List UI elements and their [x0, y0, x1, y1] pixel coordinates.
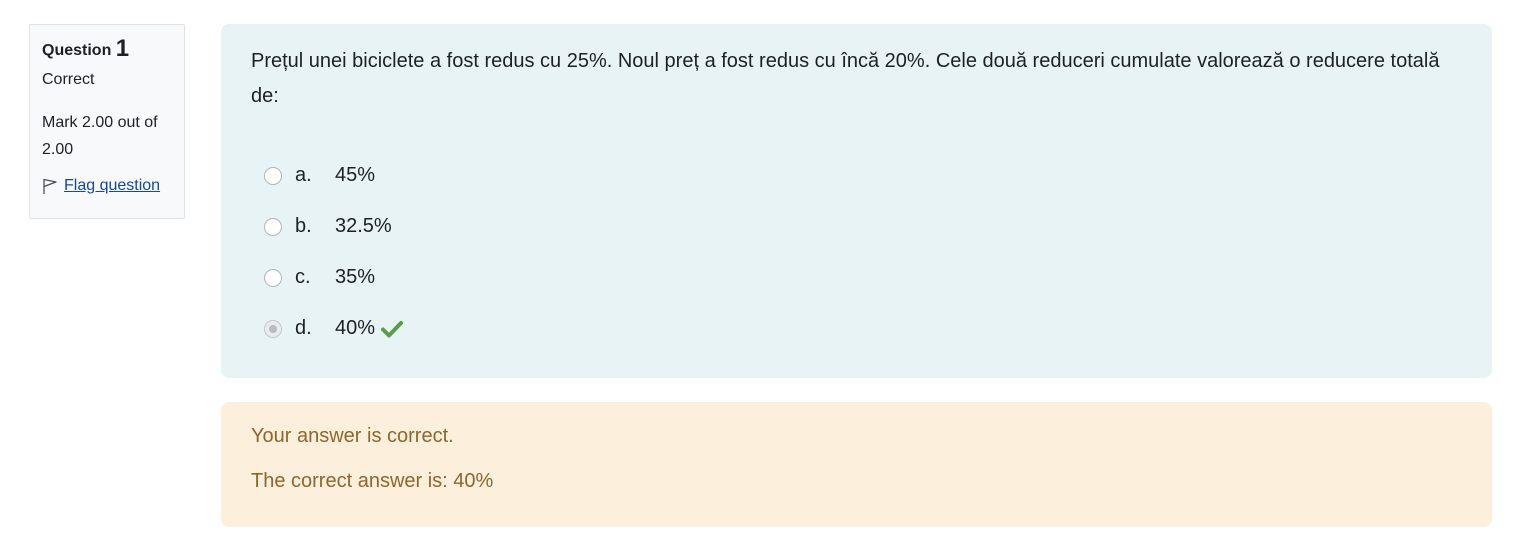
option-letter: b.: [295, 215, 312, 237]
answer-option-a[interactable]: a. 45%: [251, 150, 1462, 201]
question-info-panel: Question 1 Correct Mark 2.00 out of 2.00…: [29, 24, 185, 219]
option-text: 45%: [335, 164, 376, 186]
flag-icon[interactable]: [42, 177, 58, 195]
question-formulation: Prețul unei biciclete a fost redus cu 25…: [221, 24, 1492, 378]
feedback-result: Your answer is correct.: [251, 425, 454, 447]
answer-option-b[interactable]: b. 32.5%: [251, 201, 1462, 252]
flag-question-link[interactable]: Flag question: [64, 176, 160, 196]
flag-question-container: Flag question: [42, 176, 172, 196]
question-grade: Mark 2.00 out of 2.00: [42, 114, 158, 158]
answer-option-d[interactable]: d. 40%: [251, 303, 1462, 354]
option-text: 40%: [335, 317, 376, 339]
option-text: 35%: [335, 266, 376, 288]
option-letter: a.: [295, 164, 312, 186]
question-text: Prețul unei biciclete a fost redus cu 25…: [251, 50, 1440, 107]
radio-button-a[interactable]: [264, 166, 282, 185]
feedback-panel: Your answer is correct. The correct answ…: [221, 402, 1492, 527]
quiz-review-page: Question 1 Correct Mark 2.00 out of 2.00…: [0, 0, 1528, 547]
question-state: Correct: [42, 71, 95, 88]
option-text: 32.5%: [335, 215, 392, 237]
answer-options: a. 45% b. 32.5% c. 35% d. 40%: [251, 150, 1462, 354]
radio-button-b[interactable]: [264, 217, 282, 236]
question-label: Question: [42, 42, 112, 59]
option-letter: c.: [295, 266, 311, 288]
feedback-right-answer: The correct answer is: 40%: [251, 470, 494, 492]
question-number: 1: [115, 35, 130, 62]
radio-button-c[interactable]: [264, 268, 282, 287]
question-number-heading: Question 1: [42, 37, 172, 63]
answer-option-c[interactable]: c. 35%: [251, 252, 1462, 303]
check-icon: [381, 320, 404, 338]
option-letter: d.: [295, 317, 312, 339]
radio-button-d-selected[interactable]: [264, 319, 282, 338]
